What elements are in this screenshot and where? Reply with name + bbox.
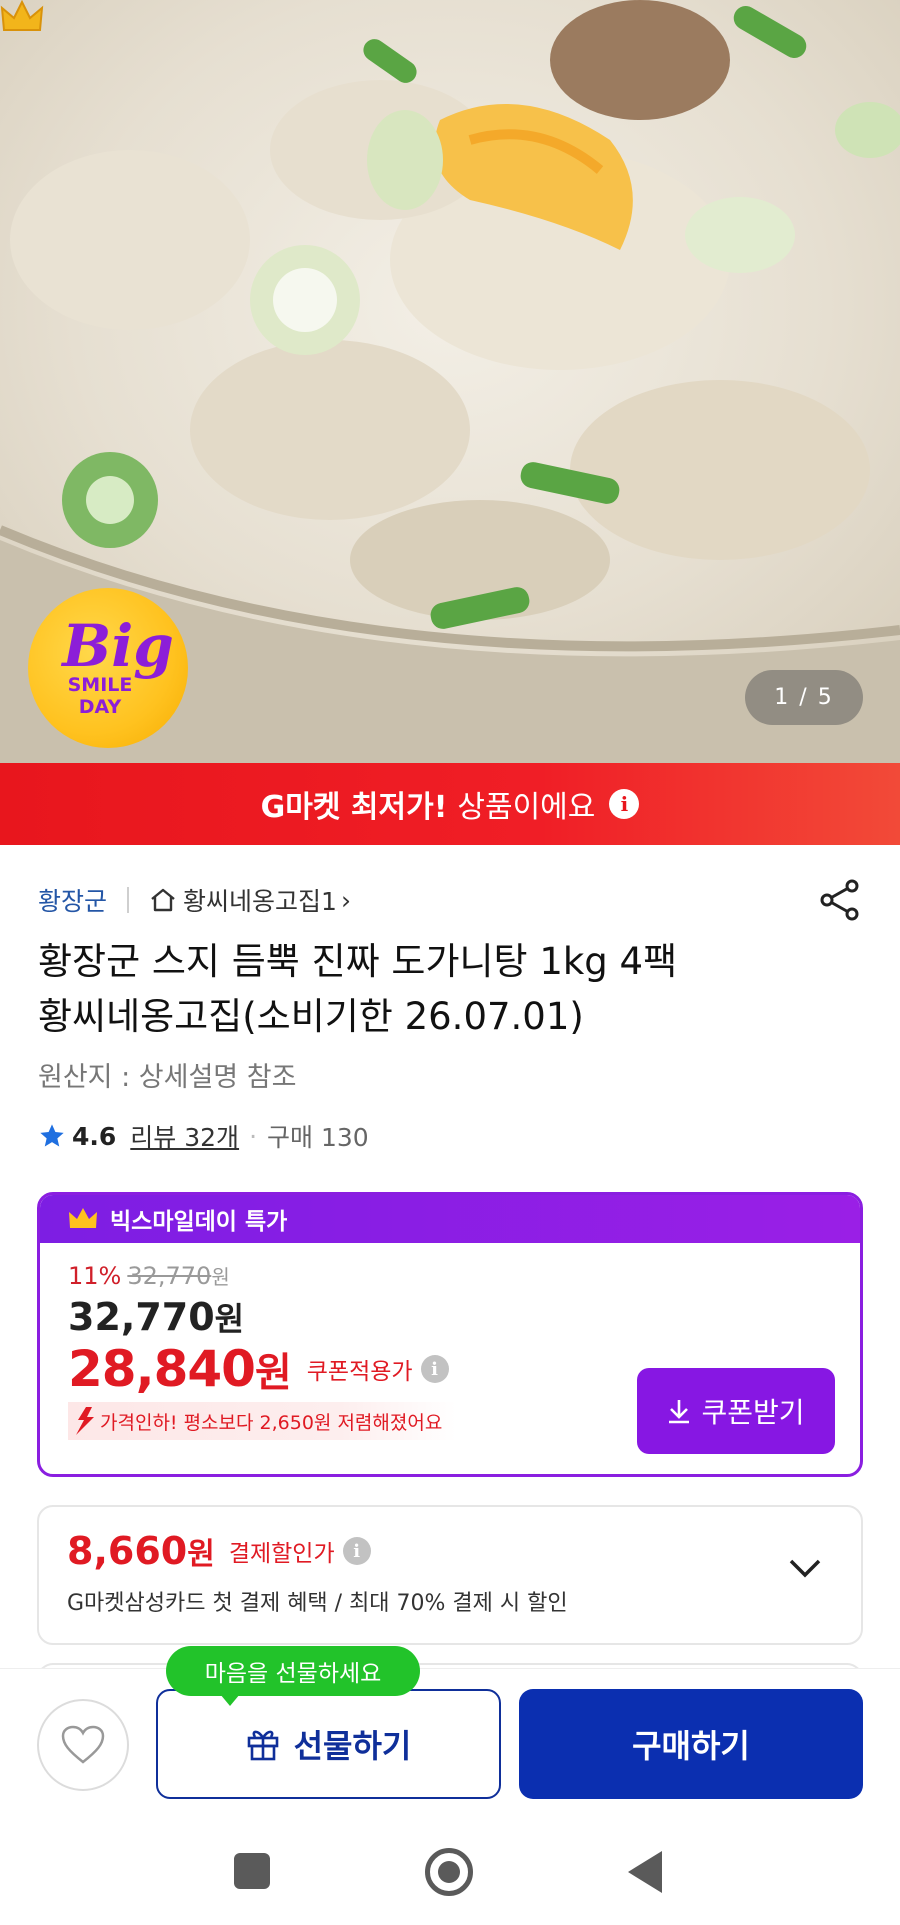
origin-info: 원산지 : 상세설명 참조	[38, 1062, 297, 1093]
discount-percent: 11%	[68, 1262, 122, 1290]
info-icon[interactable]: i	[609, 789, 640, 819]
coupon-price: 28,840원	[68, 1340, 292, 1398]
store-name: 황씨네옹고집1	[183, 887, 337, 916]
star-icon	[40, 1124, 64, 1147]
chevron-right-icon: ›	[340, 885, 351, 915]
lowest-price-banner[interactable]: G마켓 최저가! 상품이에요 i	[0, 763, 900, 845]
banner-strong-text: G마켓 최저가!	[260, 790, 448, 825]
original-price: 32,770	[127, 1262, 212, 1290]
chevron-down-icon[interactable]	[787, 1557, 823, 1581]
back-icon[interactable]	[628, 1851, 662, 1893]
payment-discount-box[interactable]: 8,660원 결제할인가 i G마켓삼성카드 첫 결제 혜택 / 최대 70% …	[37, 1505, 863, 1645]
buy-button[interactable]: 구매하기	[519, 1689, 863, 1799]
big-smile-day-badge: Big SMILE DAY	[28, 588, 188, 748]
store-link[interactable]: 황씨네옹고집1 ›	[149, 882, 351, 918]
rating-score: 4.6	[72, 1121, 117, 1151]
product-image[interactable]: Big SMILE DAY 1 / 5	[0, 0, 900, 763]
down-arrow-icon	[76, 1407, 94, 1435]
review-link[interactable]: 리뷰 32개	[130, 1118, 239, 1154]
bottom-action-bar: 선물하기 구매하기	[0, 1668, 900, 1816]
gift-tooltip: 마음을 선물하세요	[166, 1646, 420, 1706]
home-icon	[151, 888, 175, 912]
info-icon[interactable]: i	[420, 1355, 449, 1383]
download-icon	[669, 1400, 690, 1424]
crown-icon	[69, 1208, 97, 1228]
divider-dot: ·	[249, 1121, 258, 1151]
product-title: 황장군 스지 듬뿍 진짜 도가니탕 1kg 4팩 황씨네옹고집(소비기한 26.…	[38, 940, 678, 1038]
payment-label: 결제할인가	[228, 1541, 335, 1567]
purchase-count: 구매 130	[267, 1123, 369, 1152]
get-coupon-button[interactable]: 쿠폰받기	[637, 1368, 835, 1454]
info-icon[interactable]: i	[342, 1537, 371, 1565]
wishlist-button[interactable]	[37, 1699, 129, 1791]
original-price-row: 11% 32,770 원	[68, 1262, 230, 1290]
heart-icon	[61, 1725, 105, 1764]
payment-desc: G마켓삼성카드 첫 결제 혜택 / 최대 70% 결제 시 할인	[67, 1591, 568, 1616]
share-icon[interactable]	[818, 878, 862, 922]
deal-header: 빅스마일데이 특가	[40, 1195, 860, 1243]
divider	[127, 887, 130, 913]
system-nav-bar	[0, 1816, 900, 1925]
coupon-label: 쿠폰적용가	[306, 1359, 413, 1385]
image-counter: 1 / 5	[745, 670, 863, 725]
price-drop-note: 가격인하! 평소보다 2,650원 저렴해졌어요	[68, 1402, 457, 1440]
banner-text: 상품이에요	[457, 790, 596, 825]
recent-apps-icon[interactable]	[234, 1853, 270, 1889]
sale-price: 32,770원	[68, 1295, 245, 1339]
brand-link[interactable]: 황장군	[38, 882, 107, 918]
rating-row: 4.6 리뷰 32개 · 구매 130	[38, 1118, 369, 1154]
gift-button[interactable]: 선물하기	[156, 1689, 501, 1799]
crown-icon	[0, 0, 44, 31]
payment-price: 8,660원	[67, 1529, 215, 1573]
home-button-icon[interactable]	[425, 1848, 473, 1896]
gift-icon	[247, 1730, 278, 1761]
deal-box: 빅스마일데이 특가 11% 32,770 원 32,770원 28,840원 쿠…	[37, 1192, 863, 1477]
seller-row: 황장군 황씨네옹고집1 ›	[38, 878, 862, 922]
